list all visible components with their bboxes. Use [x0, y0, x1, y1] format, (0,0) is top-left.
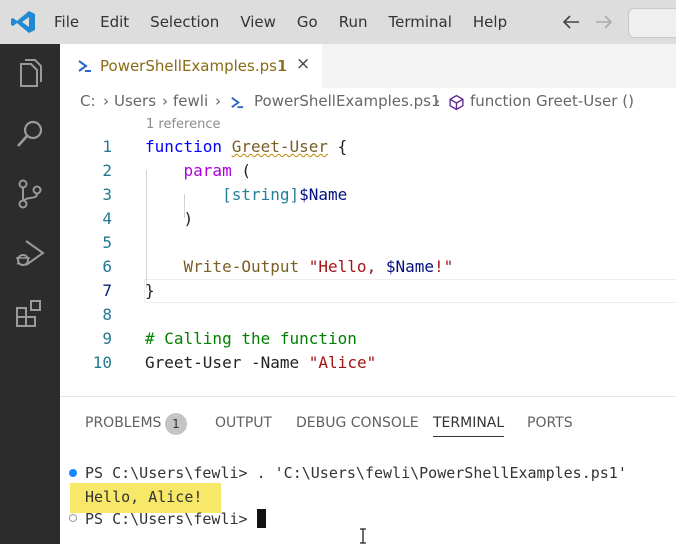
- close-paren: ): [183, 209, 194, 228]
- line-number: 5: [102, 233, 112, 252]
- menu-terminal[interactable]: Terminal: [389, 13, 452, 31]
- line-number: 10: [92, 353, 112, 372]
- menu-go[interactable]: Go: [297, 13, 318, 31]
- menu-selection[interactable]: Selection: [150, 13, 219, 31]
- variable-name: $Name: [299, 185, 348, 204]
- arrow-left-icon[interactable]: [561, 13, 581, 31]
- terminal-prompt: PS C:\Users\fewli>: [85, 510, 248, 528]
- line-number: 4: [102, 209, 112, 228]
- codelens-references[interactable]: 1 reference: [146, 117, 220, 132]
- breadcrumb-separator: ›: [162, 92, 168, 110]
- line-number: 7: [102, 281, 112, 300]
- cmdlet-write-output: Write-Output: [183, 257, 300, 276]
- code-line: ): [145, 209, 194, 228]
- menu-file[interactable]: File: [54, 13, 79, 31]
- tab-file-name: PowerShellExamples.ps1: [100, 57, 287, 75]
- code-line: Write-Output "Hello, $Name!": [145, 257, 454, 276]
- breadcrumb-separator: ›: [103, 92, 109, 110]
- string-open: "Hello,: [308, 257, 386, 276]
- breadcrumb-drive[interactable]: C:: [80, 92, 96, 110]
- breadcrumb-users[interactable]: Users: [114, 92, 156, 110]
- tab-problems[interactable]: PROBLEMS: [85, 415, 161, 431]
- open-brace: {: [337, 137, 348, 156]
- breadcrumb-fewli[interactable]: fewli: [173, 92, 208, 110]
- command-decoration[interactable]: [69, 514, 77, 522]
- string-argument: "Alice": [308, 353, 377, 372]
- arrow-right-icon[interactable]: [594, 13, 614, 31]
- tab-terminal[interactable]: TERMINAL: [433, 415, 505, 437]
- tab-problem-count: 1: [278, 57, 288, 75]
- code-line: function Greet-User {: [145, 137, 347, 156]
- run-debug-icon[interactable]: [12, 236, 48, 272]
- terminal-input-line[interactable]: PS C:\Users\fewli>: [85, 509, 266, 528]
- explorer-icon[interactable]: [12, 56, 48, 92]
- menu-bar: File Edit Selection View Go Run Terminal…: [54, 0, 528, 44]
- title-bar: File Edit Selection View Go Run Terminal…: [0, 0, 676, 44]
- terminal-prompt: PS C:\Users\fewli>: [85, 464, 248, 482]
- editor-tab-bar: PowerShellExamples.ps1 1 ×: [60, 44, 676, 88]
- tab-output[interactable]: OUTPUT: [215, 415, 272, 431]
- activity-bar: [0, 44, 60, 544]
- powershell-file-icon: [78, 60, 91, 72]
- command-success-decoration[interactable]: [69, 469, 77, 477]
- terminal-command: . 'C:\Users\fewli\PowerShellExamples.ps1…: [256, 464, 627, 482]
- comment: # Calling the function: [145, 329, 357, 348]
- breadcrumb-separator: ›: [215, 92, 221, 110]
- command-center-search[interactable]: [628, 8, 676, 38]
- line-number: 8: [102, 305, 112, 324]
- terminal-cursor: [256, 509, 266, 528]
- tab-debug-console[interactable]: DEBUG CONSOLE: [296, 415, 419, 431]
- line-number: 1: [102, 137, 112, 156]
- close-brace: }: [145, 281, 155, 300]
- close-icon[interactable]: ×: [296, 54, 310, 74]
- line-number: 6: [102, 257, 112, 276]
- code-line: param (: [145, 161, 251, 180]
- menu-run[interactable]: Run: [339, 13, 368, 31]
- breadcrumb-file[interactable]: PowerShellExamples.ps1: [254, 92, 440, 110]
- menu-view[interactable]: View: [240, 13, 276, 31]
- open-paren: (: [241, 161, 251, 180]
- extensions-icon[interactable]: [12, 296, 48, 332]
- terminal-command-line: PS C:\Users\fewli> . 'C:\Users\fewli\Pow…: [85, 464, 627, 482]
- function-name: Greet-User: [231, 137, 329, 156]
- function-call: Greet-User: [145, 353, 242, 372]
- editor-tab[interactable]: PowerShellExamples.ps1 1 ×: [60, 44, 322, 88]
- search-icon[interactable]: [12, 116, 48, 152]
- keyword-param: param: [183, 161, 232, 180]
- source-control-icon[interactable]: [12, 176, 48, 212]
- code-line: }: [145, 281, 155, 300]
- code-line: # Calling the function: [145, 329, 357, 348]
- code-line: Greet-User -Name "Alice": [145, 353, 376, 372]
- line-number: 9: [102, 329, 112, 348]
- breadcrumb-separator: ›: [434, 92, 440, 110]
- parameter-name: -Name: [250, 353, 300, 372]
- variable-name: $Name: [385, 257, 434, 276]
- tab-ports[interactable]: PORTS: [527, 415, 573, 431]
- vscode-logo-icon[interactable]: [10, 9, 36, 35]
- current-line-highlight: [144, 279, 676, 303]
- symbol-method-icon: [449, 94, 464, 111]
- code-line: [string]$Name: [145, 185, 347, 204]
- menu-help[interactable]: Help: [473, 13, 507, 31]
- terminal-output: Hello, Alice!: [85, 488, 203, 506]
- line-number: 2: [102, 161, 112, 180]
- mouse-ibeam-cursor: [360, 528, 366, 544]
- line-number: 3: [102, 185, 112, 204]
- powershell-file-icon: [231, 97, 244, 109]
- breadcrumb-symbol[interactable]: function Greet-User (): [470, 92, 634, 110]
- type-annotation: [string]: [222, 185, 300, 204]
- string-close: !": [434, 257, 454, 276]
- keyword-function: function: [145, 137, 223, 156]
- menu-edit[interactable]: Edit: [100, 13, 129, 31]
- problems-count-badge: 1: [165, 413, 187, 435]
